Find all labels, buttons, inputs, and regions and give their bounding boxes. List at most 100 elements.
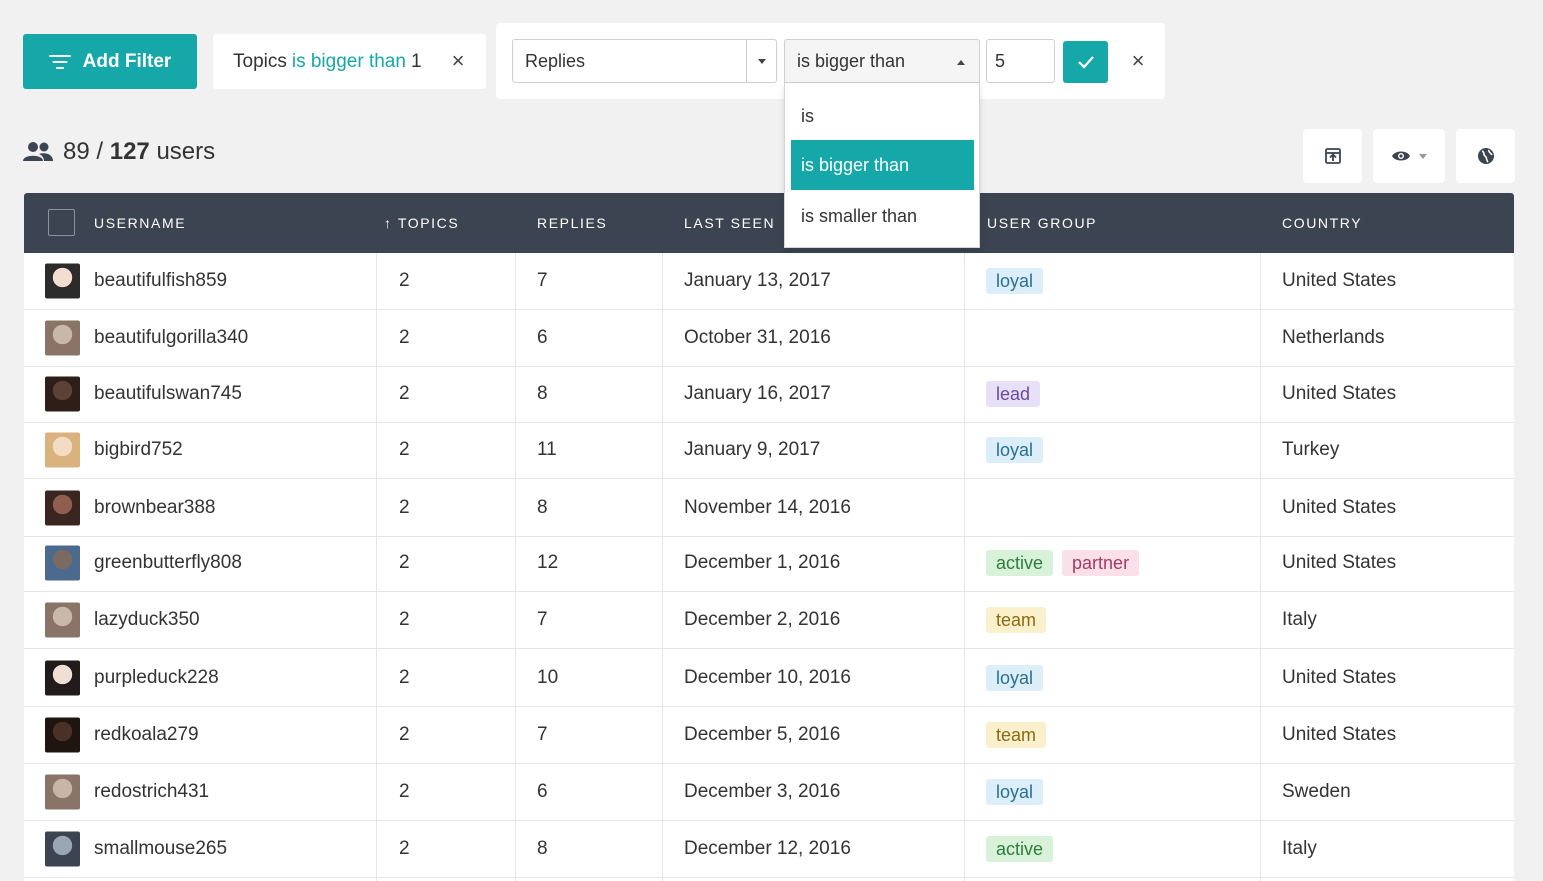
country-cell: United States xyxy=(1282,383,1397,404)
replies-cell: 8 xyxy=(537,838,548,859)
table-row[interactable]: smallmouse265 2 8 December 12, 2016 Italy act… xyxy=(24,821,1514,878)
table-row[interactable]: bigbird752 2 11 January 9, 2017 Turkey loyal xyxy=(24,422,1514,479)
avatar xyxy=(45,717,80,753)
eye-icon xyxy=(1392,151,1410,161)
replies-cell: 8 xyxy=(537,383,548,404)
active-filter-chip[interactable]: Topics is bigger than 1 × xyxy=(213,34,486,89)
dropdown-option[interactable]: is xyxy=(791,91,974,141)
replies-cell: 11 xyxy=(537,439,557,460)
group-tag: active xyxy=(986,836,1054,862)
user-group-cell: loyal xyxy=(986,253,1052,309)
table-row[interactable]: lazyduck350 2 7 December 2, 2016 Italy team xyxy=(24,592,1514,649)
group-tag: lead xyxy=(986,381,1041,407)
column-topics[interactable]: ↑ TOPICS xyxy=(384,193,459,253)
table-row[interactable]: brownbear388 2 8 November 14, 2016 United St… xyxy=(24,480,1514,537)
group-tag: team xyxy=(986,722,1047,748)
username-cell[interactable]: brownbear388 xyxy=(94,480,215,536)
user-group-cell: loyal xyxy=(986,650,1052,706)
username-cell[interactable]: bigbird752 xyxy=(94,422,183,478)
avatar xyxy=(45,376,80,412)
users-shown: 89 xyxy=(63,138,90,165)
export-icon xyxy=(1324,148,1341,164)
user-group-cell: active partner xyxy=(986,535,1148,591)
topics-cell: 2 xyxy=(399,609,410,630)
topics-cell: 2 xyxy=(399,327,410,348)
username-cell[interactable]: beautifulfish859 xyxy=(94,253,227,309)
user-group-cell: team xyxy=(986,707,1055,763)
filter-value: 1 xyxy=(410,50,422,72)
avatar xyxy=(45,490,80,526)
chevron-down-icon[interactable] xyxy=(746,40,776,82)
cancel-filter-icon[interactable]: × xyxy=(1126,49,1150,73)
country-cell: United States xyxy=(1282,270,1397,291)
table-row[interactable]: redkoala279 2 7 December 5, 2016 United Stat… xyxy=(24,707,1514,764)
field-select[interactable]: Replies xyxy=(512,39,777,83)
group-tag: active xyxy=(986,550,1054,576)
username-cell[interactable]: beautifulswan745 xyxy=(94,366,242,422)
column-username[interactable]: USERNAME xyxy=(94,193,186,253)
globe-button[interactable] xyxy=(1456,129,1515,183)
username-cell[interactable]: smallmouse265 xyxy=(94,821,227,877)
apply-filter-button[interactable] xyxy=(1063,41,1108,83)
globe-icon xyxy=(1477,148,1494,164)
add-filter-button[interactable]: Add Filter xyxy=(23,34,197,89)
table-row[interactable]: beautifulgorilla340 2 6 October 31, 2016 Net… xyxy=(24,310,1514,367)
last-seen-cell: January 9, 2017 xyxy=(684,439,821,460)
operator-select[interactable]: is bigger than xyxy=(784,39,980,83)
table-row[interactable]: beautifulswan745 2 8 January 16, 2017 United… xyxy=(24,366,1514,423)
select-all-checkbox[interactable] xyxy=(48,209,75,236)
chevron-down-icon xyxy=(1419,153,1427,159)
users-unit: users xyxy=(156,138,216,165)
country-cell: Italy xyxy=(1282,609,1317,630)
column-replies[interactable]: REPLIES xyxy=(537,193,607,253)
replies-cell: 6 xyxy=(537,327,548,348)
column-country[interactable]: COUNTRY xyxy=(1282,193,1362,253)
last-seen-cell: December 5, 2016 xyxy=(684,724,841,745)
username-cell[interactable]: redostrich431 xyxy=(94,764,209,820)
username-cell[interactable]: lazyduck350 xyxy=(94,592,200,648)
table-header: USERNAME ↑ TOPICS REPLIES LAST SEEN USER… xyxy=(24,193,1514,253)
topics-cell: 2 xyxy=(399,497,410,518)
column-last-seen[interactable]: LAST SEEN xyxy=(684,193,775,253)
user-group-cell: team xyxy=(986,592,1055,648)
country-cell: Italy xyxy=(1282,838,1317,859)
username-cell[interactable]: greenbutterfly808 xyxy=(94,535,242,591)
operator-dropdown: is is bigger than is smaller than xyxy=(784,83,980,248)
user-group-cell: active xyxy=(986,821,1062,877)
group-tag: loyal xyxy=(986,665,1044,691)
user-group-cell: loyal xyxy=(986,422,1052,478)
value-input[interactable]: 5 xyxy=(986,39,1055,83)
last-seen-cell: January 13, 2017 xyxy=(684,270,831,291)
group-tag: loyal xyxy=(986,779,1044,805)
country-cell: United States xyxy=(1282,724,1397,745)
group-tag: loyal xyxy=(986,437,1044,463)
table-row[interactable]: beautifulfish859 2 7 January 13, 2017 United… xyxy=(24,253,1514,310)
users-count: 89 / 127 users xyxy=(23,138,215,166)
table-row[interactable]: purpleduck228 2 10 December 10, 2016 United … xyxy=(24,650,1514,707)
check-icon xyxy=(1077,56,1094,69)
table-row[interactable]: greenbutterfly808 2 12 December 1, 2016 Unit… xyxy=(24,535,1514,592)
add-filter-label: Add Filter xyxy=(82,50,172,72)
visibility-menu-button[interactable] xyxy=(1373,129,1445,183)
value-input-text: 5 xyxy=(995,50,1006,71)
dropdown-option[interactable]: is smaller than xyxy=(791,191,974,241)
username-cell[interactable]: beautifulgorilla340 xyxy=(94,310,248,366)
user-group-cell: lead xyxy=(986,366,1049,422)
topics-cell: 2 xyxy=(399,439,410,460)
last-seen-cell: October 31, 2016 xyxy=(684,327,831,348)
export-button[interactable] xyxy=(1303,129,1362,183)
group-tag: partner xyxy=(1062,550,1140,576)
filter-operator: is bigger than xyxy=(291,50,406,72)
last-seen-cell: December 1, 2016 xyxy=(684,552,841,573)
column-user-group[interactable]: USER GROUP xyxy=(987,193,1097,253)
table-row[interactable]: redostrich431 2 6 December 3, 2016 Sweden loy… xyxy=(24,764,1514,821)
dropdown-option-selected[interactable]: is bigger than xyxy=(791,140,974,190)
avatar xyxy=(45,660,80,696)
last-seen-cell: January 16, 2017 xyxy=(684,383,831,404)
last-seen-cell: December 12, 2016 xyxy=(684,838,851,859)
username-cell[interactable]: redkoala279 xyxy=(94,707,199,763)
username-cell[interactable]: purpleduck228 xyxy=(94,650,219,706)
filter-icon xyxy=(48,54,71,70)
user-group-cell: loyal xyxy=(986,764,1052,820)
remove-filter-icon[interactable]: × xyxy=(448,50,468,72)
